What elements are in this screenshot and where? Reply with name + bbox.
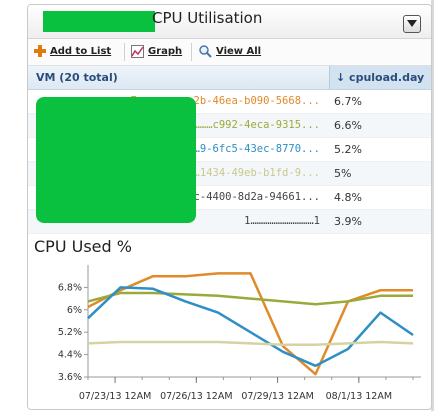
cpu-used-chart: 6.8% 6% 5.2% 4.4% 3.6% 07/23/13 12AM 07/26/13 … (58, 265, 421, 402)
plus-icon (34, 45, 46, 57)
cpuload-value: 4.8% (334, 191, 362, 204)
y-tick-label: 5.2% (58, 327, 82, 338)
x-tick-label: 07/23/13 12AM (79, 391, 151, 402)
y-tick-label: 6.8% (58, 282, 82, 293)
graph-label: Graph (148, 46, 183, 57)
view-all-label: View All (216, 46, 262, 57)
cpuload-value: 3.9% (334, 215, 362, 228)
graph-icon (131, 45, 144, 58)
cpu-utilisation-widget: CPU Utilisation Add to List Graph View A… (27, 4, 432, 410)
table-header: VM (20 total) ↓ cpuload.day (28, 66, 431, 90)
view-all-button[interactable]: View All (199, 45, 261, 58)
cpuload-value: 6.6% (334, 119, 362, 132)
toolbar: Add to List Graph View All (28, 39, 431, 66)
widget-menu-button[interactable] (403, 15, 421, 33)
toolbar-divider (124, 43, 125, 61)
widget-titlebar: CPU Utilisation (28, 5, 431, 39)
y-tick-label: 4.4% (58, 350, 82, 361)
x-tick-label: 07/29/13 12AM (241, 391, 313, 402)
cpuload-column-header[interactable]: ↓ cpuload.day (329, 66, 431, 89)
add-to-list-button[interactable]: Add to List (34, 45, 111, 57)
cpuload-value: 5% (334, 167, 352, 180)
triangle-down-icon (407, 20, 417, 27)
magnifier-icon (199, 45, 212, 58)
redacted-box (36, 97, 196, 223)
widget-title: CPU Utilisation (152, 9, 263, 27)
cpuload-value: 6.7% (334, 95, 362, 108)
vm-column-header[interactable]: VM (20 total) (36, 71, 118, 84)
x-tick-label: 08/1/13 12AM (326, 391, 392, 402)
series-line (87, 340, 414, 347)
add-to-list-label: Add to List (50, 45, 112, 57)
y-tick-label: 6% (67, 305, 82, 316)
y-tick-label: 3.6% (58, 372, 82, 383)
chart-title: CPU Used % (34, 237, 132, 256)
redacted-box (43, 11, 155, 32)
x-tick-label: 07/26/13 12AM (160, 391, 232, 402)
toolbar-divider (191, 43, 192, 61)
cpuload-value: 5.2% (334, 143, 362, 156)
graph-button[interactable]: Graph (131, 45, 182, 58)
